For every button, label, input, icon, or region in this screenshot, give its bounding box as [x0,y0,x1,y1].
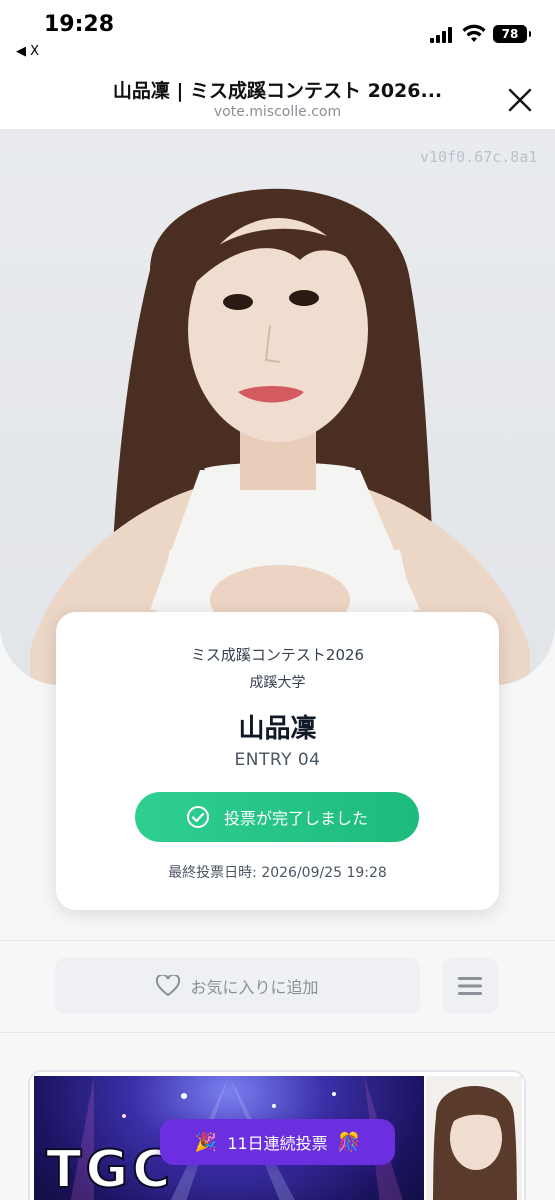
check-circle-icon [186,806,209,828]
add-favorite-button[interactable]: お気に入りに追加 [55,958,420,1014]
banner-portrait [426,1076,522,1200]
banner-portrait-illustration [432,1086,518,1200]
close-icon[interactable] [506,86,534,114]
vote-button-label: 投票が完了しました [223,809,368,828]
vote-complete-button[interactable]: 投票が完了しました [135,792,419,842]
party-popper-icon: 🎉 [194,1131,218,1153]
banner-logo-text: TGC [45,1139,175,1200]
hamburger-icon [458,977,482,995]
page-domain: vote.miscolle.com [213,104,342,120]
page-title: 山品凜 | ミス成蹊コンテスト 2026... [112,80,443,102]
entry-number: ENTRY 04 [234,750,321,770]
watermark-top: v10f0.67c.8a1 [420,148,538,166]
back-to-app-link[interactable]: ◀ X [16,44,39,59]
celebration-icon: 🎊 [337,1131,361,1153]
university-name: 成蹊大学 [249,675,306,691]
menu-button[interactable] [442,958,498,1014]
profile-photo: v10f0.67c.8a1 v10f0.67c.8a1 [0,130,555,685]
entry-card: ミス成蹊コンテスト2026 成蹊大学 山品凜 ENTRY 04 投票が完了しまし… [56,612,499,910]
candidate-name: 山品凜 [238,714,317,744]
status-bar: 19:28 ◀ X 78 [0,0,555,70]
consecutive-vote-badge[interactable]: 🎉 11日連続投票 🎊 [160,1119,395,1165]
browser-header: 山品凜 | ミス成蹊コンテスト 2026... vote.miscolle.co… [0,70,555,130]
wifi-icon [462,24,486,42]
divider [0,940,555,941]
last-vote-timestamp: 最終投票日時: 2026/09/25 19:28 [168,865,387,881]
portrait-illustration [30,188,530,685]
clock: 19:28 [44,12,115,37]
favorite-label: お気に入りに追加 [190,978,319,997]
divider [0,1032,555,1033]
streak-label: 11日連続投票 [227,1134,328,1153]
battery-indicator: 78 [493,25,531,43]
contest-name: ミス成蹊コンテスト2026 [190,646,365,664]
heart-icon [156,975,181,997]
cellular-signal-icon [430,27,456,43]
